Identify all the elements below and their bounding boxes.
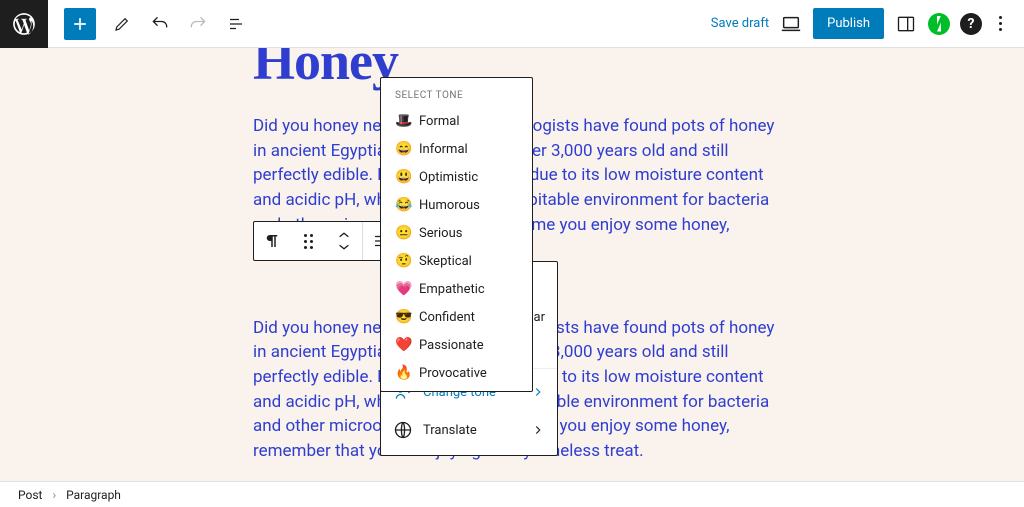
undo-icon bbox=[150, 14, 170, 34]
breadcrumb-item[interactable]: Post bbox=[18, 488, 42, 502]
save-draft-button[interactable]: Save draft bbox=[711, 16, 769, 31]
tone-label: Skeptical bbox=[419, 254, 472, 269]
tone-option-optimistic[interactable]: 😃 Optimistic bbox=[381, 163, 532, 191]
tone-option-empathetic[interactable]: 💗 Empathetic bbox=[381, 275, 532, 303]
editor-tools bbox=[106, 8, 252, 40]
move-up-down-icon bbox=[337, 230, 351, 252]
tone-label: Confident bbox=[419, 310, 475, 325]
tone-option-serious[interactable]: 😐 Serious bbox=[381, 219, 532, 247]
breadcrumb-item[interactable]: Paragraph bbox=[66, 488, 121, 502]
redo-button[interactable] bbox=[182, 8, 214, 40]
tone-option-skeptical[interactable]: 🤨 Skeptical bbox=[381, 247, 532, 275]
tone-label: Optimistic bbox=[419, 170, 478, 185]
edit-tool-button[interactable] bbox=[106, 8, 138, 40]
tone-emoji: 🎩 bbox=[395, 113, 411, 129]
tone-label: Empathetic bbox=[419, 282, 485, 297]
outline-icon bbox=[227, 15, 245, 33]
wordpress-icon bbox=[11, 11, 37, 37]
tone-emoji: 🤨 bbox=[395, 253, 411, 269]
tone-emoji: 😄 bbox=[395, 141, 411, 157]
tone-emoji: 😐 bbox=[395, 225, 411, 241]
laptop-icon bbox=[780, 13, 802, 35]
plus-icon bbox=[70, 14, 90, 34]
drag-handle[interactable] bbox=[290, 222, 326, 260]
block-type-button[interactable] bbox=[254, 222, 290, 260]
tone-label: Informal bbox=[419, 142, 468, 157]
tone-emoji: 😂 bbox=[395, 197, 411, 213]
chevron-right-icon bbox=[531, 385, 545, 399]
add-block-button[interactable] bbox=[64, 8, 96, 40]
tone-option-humorous[interactable]: 😂 Humorous bbox=[381, 191, 532, 219]
tone-submenu: Select Tone 🎩 Formal 😄 Informal 😃 Optimisti… bbox=[380, 77, 533, 392]
publish-button[interactable]: Publish bbox=[813, 8, 884, 39]
pencil-icon bbox=[113, 15, 131, 33]
undo-button[interactable] bbox=[144, 8, 176, 40]
editor-top-bar: Save draft Publish ? bbox=[0, 0, 1024, 48]
redo-icon bbox=[188, 14, 208, 34]
more-options-button[interactable] bbox=[992, 16, 1008, 31]
globe-icon bbox=[393, 420, 413, 440]
tone-option-confident[interactable]: 😎 Confident bbox=[381, 303, 532, 331]
tone-label: Passionate bbox=[419, 338, 484, 353]
tone-label: Formal bbox=[419, 114, 460, 129]
chevron-right-icon: › bbox=[52, 488, 56, 502]
tone-submenu-header: Select Tone bbox=[381, 82, 532, 107]
tone-option-provocative[interactable]: 🔥 Provocative bbox=[381, 359, 532, 387]
tone-label: Serious bbox=[419, 226, 462, 241]
settings-panel-toggle[interactable] bbox=[894, 12, 918, 36]
help-button[interactable]: ? bbox=[960, 13, 982, 35]
tone-emoji: 💗 bbox=[395, 281, 411, 297]
tone-emoji: 😃 bbox=[395, 169, 411, 185]
menu-item-translate[interactable]: Translate bbox=[381, 411, 557, 449]
preview-button[interactable] bbox=[779, 12, 803, 36]
document-outline-button[interactable] bbox=[220, 8, 252, 40]
tone-label: Humorous bbox=[419, 198, 480, 213]
tone-emoji: ❤️ bbox=[395, 337, 411, 353]
wp-logo[interactable] bbox=[0, 0, 48, 48]
jetpack-icon[interactable] bbox=[928, 13, 950, 35]
tone-emoji: 😎 bbox=[395, 309, 411, 325]
breadcrumb: Post › Paragraph bbox=[0, 481, 1024, 507]
top-bar-right: Save draft Publish ? bbox=[711, 8, 1024, 39]
move-buttons[interactable] bbox=[326, 222, 362, 260]
paragraph-icon bbox=[263, 232, 281, 250]
tone-option-informal[interactable]: 😄 Informal bbox=[381, 135, 532, 163]
drag-icon bbox=[304, 234, 313, 249]
menu-label: Translate bbox=[423, 423, 521, 438]
tone-emoji: 🔥 bbox=[395, 365, 411, 381]
sidebar-icon bbox=[896, 14, 916, 34]
tone-option-passionate[interactable]: ❤️ Passionate bbox=[381, 331, 532, 359]
tone-option-formal[interactable]: 🎩 Formal bbox=[381, 107, 532, 135]
tone-label: Provocative bbox=[419, 366, 487, 381]
chevron-right-icon bbox=[531, 423, 545, 437]
